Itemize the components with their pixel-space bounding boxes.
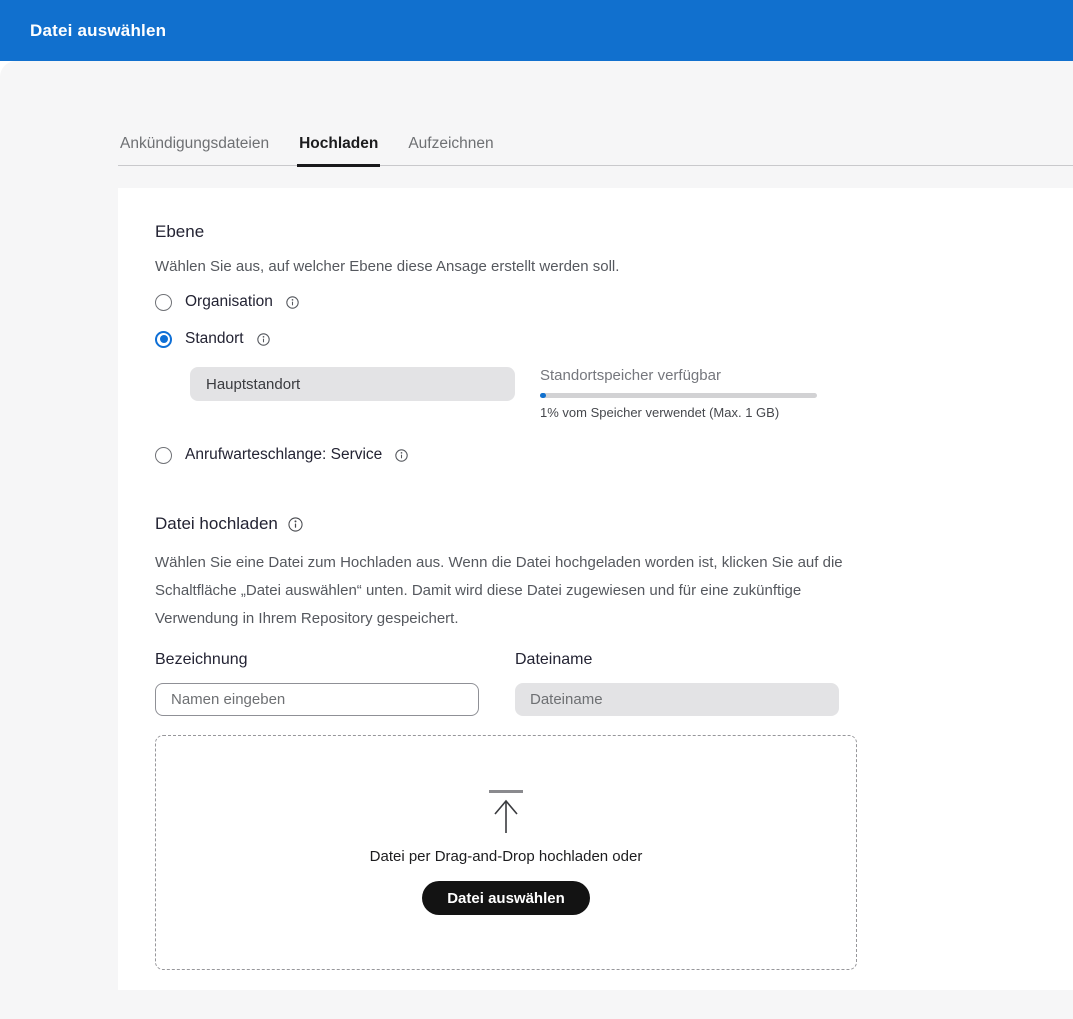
info-icon[interactable] bbox=[395, 448, 409, 462]
radio-option-site[interactable]: Standort bbox=[155, 330, 1073, 348]
radio-option-label: Anrufwarteschlange: Service bbox=[185, 446, 383, 463]
radio-selected-icon[interactable] bbox=[155, 330, 172, 348]
filename-input bbox=[515, 683, 839, 716]
storage-progress-track bbox=[540, 393, 817, 398]
radio-option-organisation[interactable]: Organisation bbox=[155, 293, 1073, 311]
name-input[interactable] bbox=[155, 683, 479, 716]
info-icon[interactable] bbox=[288, 516, 303, 532]
choose-file-button[interactable]: Datei auswählen bbox=[422, 881, 590, 915]
name-field-label: Bezeichnung bbox=[155, 651, 248, 668]
dialog-header: Datei auswählen bbox=[0, 0, 1073, 61]
storage-info: Standortspeicher verfügbar 1% vom Speich… bbox=[540, 367, 817, 420]
radio-option-call-queue[interactable]: Anrufwarteschlange: Service bbox=[155, 446, 1073, 464]
radio-unselected-icon[interactable] bbox=[155, 446, 172, 464]
file-dropzone[interactable]: Datei per Drag-and-Drop hochladen oder D… bbox=[155, 735, 857, 970]
tab-upload[interactable]: Hochladen bbox=[297, 135, 381, 167]
content-panel: Ankündigungsdateien Hochladen Aufzeichne… bbox=[0, 61, 1073, 1019]
info-icon[interactable] bbox=[286, 295, 299, 309]
radio-unselected-icon[interactable] bbox=[155, 293, 172, 311]
level-section-description: Wählen Sie aus, auf welcher Ebene diese … bbox=[155, 258, 620, 275]
tabbar: Ankündigungsdateien Hochladen Aufzeichne… bbox=[118, 135, 1073, 167]
tab-announcement-files[interactable]: Ankündigungsdateien bbox=[118, 135, 271, 167]
dialog-title: Datei auswählen bbox=[30, 20, 167, 40]
site-storage-row: Standortspeicher verfügbar 1% vom Speich… bbox=[190, 367, 1073, 420]
tab-record[interactable]: Aufzeichnen bbox=[406, 135, 495, 167]
fields-row: Bezeichnung Dateiname bbox=[155, 651, 1073, 716]
upload-section-title: Datei hochladen bbox=[155, 514, 278, 533]
form-card: Ebene Wählen Sie aus, auf welcher Ebene … bbox=[118, 188, 1073, 990]
storage-title: Standortspeicher verfügbar bbox=[540, 367, 721, 384]
level-section-title: Ebene bbox=[155, 222, 205, 241]
filename-field-label: Dateiname bbox=[515, 651, 593, 668]
upload-section-header: Datei hochladen bbox=[155, 514, 1073, 534]
storage-progress-fill bbox=[540, 393, 546, 398]
upload-arrow-icon bbox=[489, 790, 523, 833]
storage-caption: 1% vom Speicher verwendet (Max. 1 GB) bbox=[540, 405, 780, 420]
radio-option-label: Standort bbox=[185, 330, 244, 347]
name-field-group: Bezeichnung bbox=[155, 651, 479, 716]
dropzone-text: Datei per Drag-and-Drop hochladen oder bbox=[369, 848, 643, 865]
filename-field-group: Dateiname bbox=[515, 651, 839, 716]
upload-section-description: Wählen Sie eine Datei zum Hochladen aus.… bbox=[155, 554, 843, 627]
info-icon[interactable] bbox=[256, 332, 270, 346]
radio-option-label: Organisation bbox=[185, 293, 273, 310]
site-name-field bbox=[190, 367, 515, 401]
